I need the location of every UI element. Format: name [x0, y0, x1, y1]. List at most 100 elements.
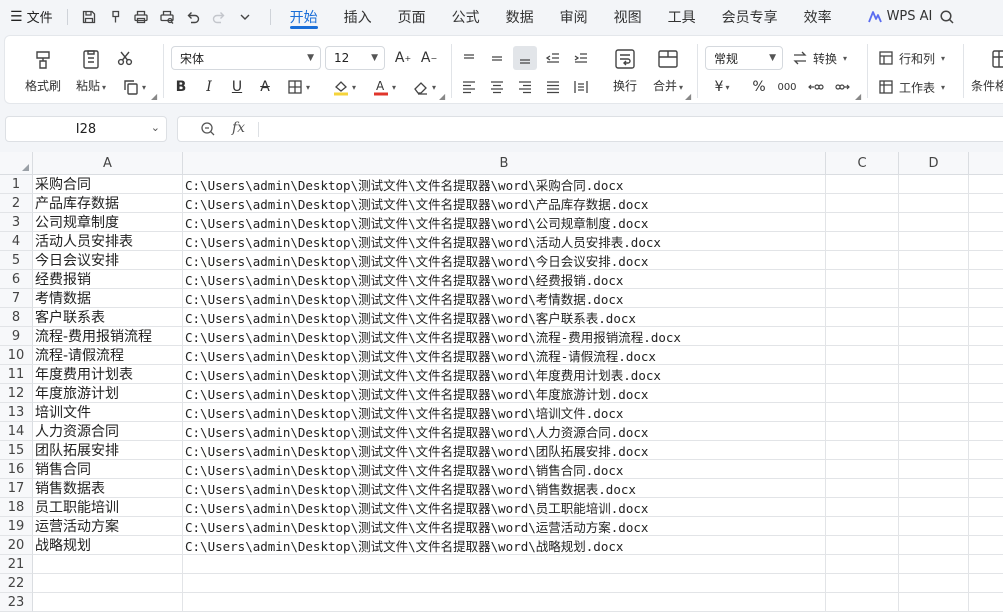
dialog-launcher-icon[interactable]: ◢: [151, 92, 157, 101]
table-cell[interactable]: [826, 403, 899, 422]
table-cell[interactable]: [969, 441, 1003, 460]
paste-button[interactable]: 粘贴 ▾: [67, 40, 115, 100]
table-cell[interactable]: [899, 270, 969, 289]
font-color-button[interactable]: A ▾: [367, 75, 401, 99]
table-cell[interactable]: [826, 555, 899, 574]
table-cell[interactable]: [826, 308, 899, 327]
format-brush-icon[interactable]: [102, 0, 128, 33]
table-cell[interactable]: [969, 232, 1003, 251]
table-cell[interactable]: 年度旅游计划: [33, 384, 183, 403]
table-cell[interactable]: [969, 365, 1003, 384]
table-cell[interactable]: [899, 555, 969, 574]
table-cell[interactable]: C:\Users\admin\Desktop\测试文件\文件名提取器\word\…: [183, 213, 826, 232]
table-cell[interactable]: [899, 498, 969, 517]
dialog-launcher-icon[interactable]: ◢: [855, 92, 861, 101]
row-header[interactable]: 16: [0, 460, 33, 479]
row-header[interactable]: 4: [0, 232, 33, 251]
table-cell[interactable]: [969, 536, 1003, 555]
rows-cols-button[interactable]: 行和列 ▾: [877, 46, 945, 70]
table-cell[interactable]: [826, 384, 899, 403]
align-middle-icon[interactable]: [485, 46, 509, 70]
table-cell[interactable]: [183, 555, 826, 574]
row-header[interactable]: 15: [0, 441, 33, 460]
table-cell[interactable]: [969, 213, 1003, 232]
table-cell[interactable]: 年度费用计划表: [33, 365, 183, 384]
table-cell[interactable]: C:\Users\admin\Desktop\测试文件\文件名提取器\word\…: [183, 289, 826, 308]
table-cell[interactable]: C:\Users\admin\Desktop\测试文件\文件名提取器\word\…: [183, 384, 826, 403]
table-cell[interactable]: [183, 574, 826, 593]
table-cell[interactable]: [899, 403, 969, 422]
file-menu-button[interactable]: ☰ 文件: [0, 0, 59, 33]
underline-button[interactable]: U: [225, 75, 249, 99]
cut-icon[interactable]: [113, 46, 137, 70]
table-cell[interactable]: 考情数据: [33, 289, 183, 308]
print-preview-icon[interactable]: [154, 0, 180, 33]
thousands-separator-button[interactable]: 000: [775, 75, 799, 99]
tab-page[interactable]: 页面: [385, 0, 439, 33]
table-cell[interactable]: [899, 308, 969, 327]
table-cell[interactable]: [969, 403, 1003, 422]
table-cell[interactable]: 采购合同: [33, 175, 183, 194]
table-cell[interactable]: C:\Users\admin\Desktop\测试文件\文件名提取器\word\…: [183, 460, 826, 479]
row-header[interactable]: 22: [0, 574, 33, 593]
table-cell[interactable]: [826, 194, 899, 213]
table-cell[interactable]: [826, 232, 899, 251]
row-header[interactable]: 2: [0, 194, 33, 213]
row-header[interactable]: 7: [0, 289, 33, 308]
undo-icon[interactable]: [180, 0, 206, 33]
format-painter-button[interactable]: 格式刷: [19, 40, 67, 100]
table-cell[interactable]: [826, 365, 899, 384]
justify-icon[interactable]: [541, 75, 565, 99]
table-cell[interactable]: [826, 574, 899, 593]
merge-button[interactable]: 合并 ▾: [641, 40, 695, 100]
row-header[interactable]: 11: [0, 365, 33, 384]
tab-view[interactable]: 视图: [601, 0, 655, 33]
table-cell[interactable]: [969, 517, 1003, 536]
tab-tools[interactable]: 工具: [655, 0, 709, 33]
table-cell[interactable]: [899, 574, 969, 593]
font-name-select[interactable]: 宋体 ▼: [171, 46, 321, 70]
row-header[interactable]: 10: [0, 346, 33, 365]
table-cell[interactable]: 战略规划: [33, 536, 183, 555]
row-header[interactable]: 23: [0, 593, 33, 612]
increase-decimal-icon[interactable]: [803, 75, 827, 99]
row-header[interactable]: 21: [0, 555, 33, 574]
name-box[interactable]: I28 ⌄: [5, 116, 167, 142]
row-header[interactable]: 13: [0, 403, 33, 422]
table-cell[interactable]: 员工职能培训: [33, 498, 183, 517]
decrease-decimal-icon[interactable]: [831, 75, 855, 99]
row-header[interactable]: 18: [0, 498, 33, 517]
table-cell[interactable]: 流程-请假流程: [33, 346, 183, 365]
table-cell[interactable]: [33, 574, 183, 593]
dialog-launcher-icon[interactable]: ◢: [685, 92, 691, 101]
table-cell[interactable]: C:\Users\admin\Desktop\测试文件\文件名提取器\word\…: [183, 232, 826, 251]
row-header[interactable]: 1: [0, 175, 33, 194]
row-header[interactable]: 20: [0, 536, 33, 555]
table-cell[interactable]: [899, 346, 969, 365]
row-header[interactable]: 5: [0, 251, 33, 270]
table-cell[interactable]: 培训文件: [33, 403, 183, 422]
number-format-select[interactable]: 常规 ▼: [705, 46, 783, 70]
row-header[interactable]: 12: [0, 384, 33, 403]
table-cell[interactable]: 运营活动方案: [33, 517, 183, 536]
column-header-a[interactable]: A: [33, 152, 183, 175]
table-cell[interactable]: 流程-费用报销流程: [33, 327, 183, 346]
table-cell[interactable]: [969, 479, 1003, 498]
table-cell[interactable]: [826, 213, 899, 232]
percent-button[interactable]: %: [747, 75, 771, 99]
table-cell[interactable]: C:\Users\admin\Desktop\测试文件\文件名提取器\word\…: [183, 403, 826, 422]
table-cell[interactable]: [899, 365, 969, 384]
table-cell[interactable]: C:\Users\admin\Desktop\测试文件\文件名提取器\word\…: [183, 251, 826, 270]
table-cell[interactable]: [969, 194, 1003, 213]
redo-icon[interactable]: [206, 0, 232, 33]
tab-efficiency[interactable]: 效率: [791, 0, 845, 33]
table-cell[interactable]: [33, 593, 183, 612]
table-cell[interactable]: 公司规章制度: [33, 213, 183, 232]
table-cell[interactable]: [183, 593, 826, 612]
tab-review[interactable]: 审阅: [547, 0, 601, 33]
table-cell[interactable]: [899, 384, 969, 403]
table-cell[interactable]: [826, 422, 899, 441]
table-cell[interactable]: [899, 175, 969, 194]
table-cell[interactable]: [899, 213, 969, 232]
table-cell[interactable]: [899, 251, 969, 270]
